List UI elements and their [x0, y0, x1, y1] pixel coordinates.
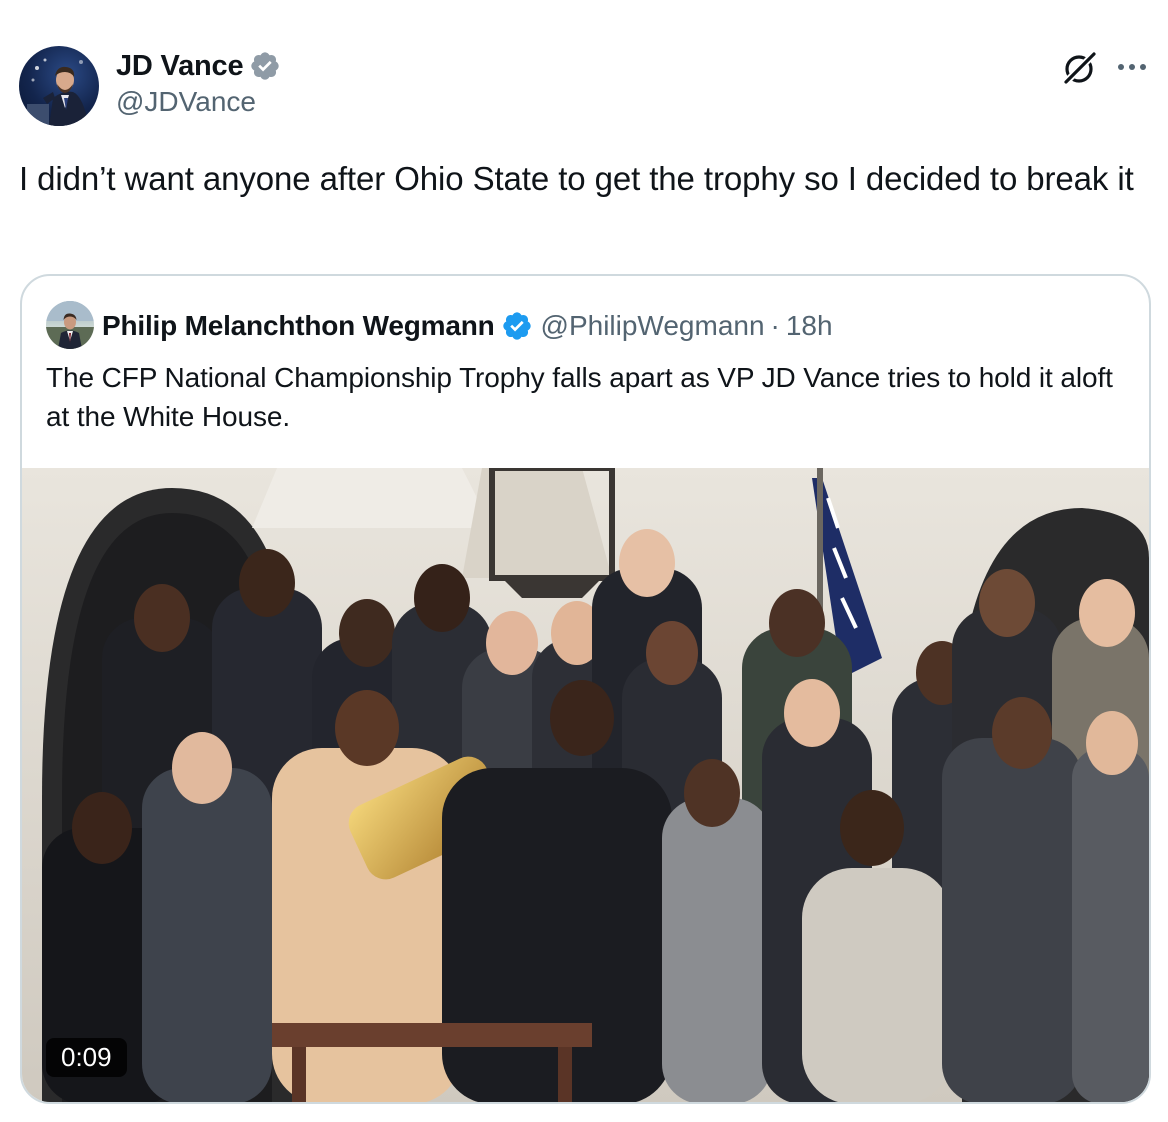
video-player[interactable]: 0:09: [22, 468, 1149, 1102]
author-name-row[interactable]: JD Vance: [116, 48, 281, 84]
quoted-timestamp[interactable]: 18h: [786, 310, 833, 342]
quoted-tweet-card[interactable]: Philip Melanchthon Wegmann @PhilipWegman…: [20, 274, 1151, 1104]
quoted-tweet-text: The CFP National Championship Trophy fal…: [46, 362, 1113, 432]
tweet: JD Vance @JDVance I didn’t want anyone a…: [0, 0, 1168, 1122]
grok-icon[interactable]: [1060, 48, 1100, 88]
tweet-text: I didn’t want anyone after Ohio State to…: [19, 160, 1134, 197]
video-thumbnail: [22, 468, 1149, 1102]
verified-badge-icon: [502, 312, 531, 340]
author-info[interactable]: JD Vance @JDVance: [116, 48, 281, 118]
more-options-icon[interactable]: [1114, 58, 1150, 76]
author-name[interactable]: JD Vance: [116, 50, 244, 83]
quoted-author-avatar[interactable]: [46, 301, 94, 349]
author-avatar[interactable]: [19, 46, 99, 126]
separator-dot: ·: [770, 310, 780, 341]
video-duration: 0:09: [46, 1038, 127, 1077]
quoted-header: Philip Melanchthon Wegmann @PhilipWegman…: [102, 306, 833, 346]
quoted-author-handle[interactable]: @PhilipWegmann: [541, 310, 765, 342]
verified-badge-icon: [251, 52, 280, 80]
author-handle[interactable]: @JDVance: [116, 86, 281, 118]
quoted-author-name[interactable]: Philip Melanchthon Wegmann: [102, 310, 495, 342]
